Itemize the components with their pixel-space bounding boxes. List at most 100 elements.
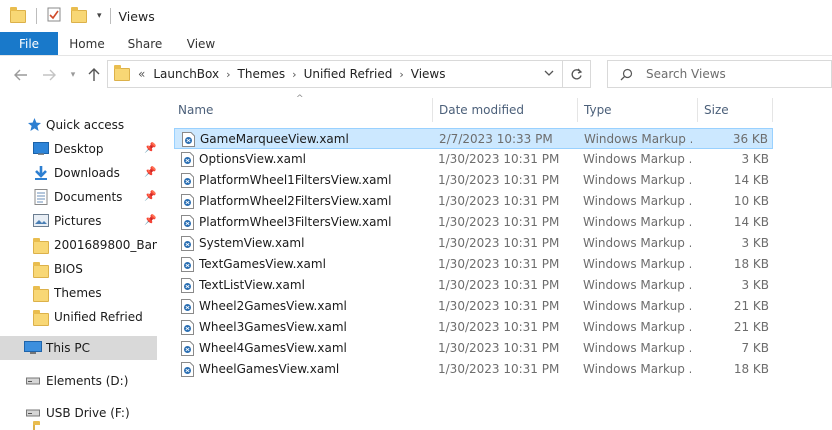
nav-item-unified-refried[interactable]: Unified Refried (0, 305, 157, 329)
file-row[interactable]: Wheel4GamesView.xaml 1/30/2023 10:31 PM Wi… (174, 338, 773, 359)
nav-label: Pictures (54, 214, 102, 228)
pin-icon[interactable]: 📌 (144, 215, 156, 226)
breadcrumb-item-launchbox[interactable]: LaunchBox (153, 67, 219, 81)
chevron-right-icon[interactable]: › (226, 68, 230, 81)
tab-view[interactable]: View (174, 32, 228, 55)
file-type: Windows Markup ... (583, 194, 691, 208)
window-title: Views (118, 8, 155, 24)
file-type: Windows Markup ... (583, 341, 691, 355)
file-row[interactable]: PlatformWheel2FiltersView.xaml 1/30/2023 … (174, 191, 773, 212)
column-divider[interactable] (772, 98, 773, 122)
file-row[interactable]: PlatformWheel3FiltersView.xaml 1/30/2023 … (174, 212, 773, 233)
arrow-up-icon (88, 68, 100, 81)
file-row[interactable]: Wheel2GamesView.xaml 1/30/2023 10:31 PM Wi… (174, 296, 773, 317)
pin-icon[interactable]: 📌 (144, 167, 156, 178)
file-name: PlatformWheel3FiltersView.xaml (199, 215, 392, 229)
file-type: Windows Markup ... (583, 215, 691, 229)
nav-label: This PC (46, 341, 90, 355)
file-row[interactable]: PlatformWheel1FiltersView.xaml 1/30/2023 … (174, 170, 773, 191)
file-row[interactable]: WheelGamesView.xaml 1/30/2023 10:31 PM Win… (174, 359, 773, 380)
recent-locations-button[interactable]: ▾ (64, 66, 82, 84)
folder-icon (33, 262, 49, 278)
file-size: 18 KB (733, 257, 769, 271)
xaml-file-icon (181, 236, 194, 251)
file-size: 21 KB (733, 299, 769, 313)
pin-icon[interactable]: 📌 (144, 143, 156, 154)
properties-icon[interactable] (47, 7, 61, 25)
file-date-modified: 1/30/2023 10:31 PM (438, 215, 560, 229)
chevron-right-icon[interactable]: › (399, 68, 403, 81)
breadcrumb-item-views[interactable]: Views (411, 67, 446, 81)
file-date-modified: 1/30/2023 10:31 PM (438, 341, 560, 355)
breadcrumb-item-themes[interactable]: Themes (238, 67, 286, 81)
file-type: Windows Markup ... (583, 278, 691, 292)
nav-drive-elements[interactable]: Elements (D:) (0, 369, 157, 393)
nav-quick-access[interactable]: Quick access (0, 113, 157, 137)
breadcrumb-overflow[interactable]: « (138, 67, 145, 81)
tab-share[interactable]: Share (116, 32, 174, 55)
nav-item-desktop[interactable]: Desktop 📌 (0, 137, 157, 161)
column-header-name[interactable]: Name (178, 98, 213, 122)
address-bar[interactable]: « LaunchBox › Themes › Unified Refried ›… (107, 60, 563, 88)
nav-this-pc[interactable]: This PC (0, 336, 157, 360)
chevron-right-icon[interactable]: › (292, 68, 296, 81)
file-name: TextListView.xaml (199, 278, 305, 292)
nav-item-2001689800-banner[interactable]: 2001689800_Banner (0, 233, 157, 257)
folder-icon (33, 310, 49, 326)
search-icon (620, 68, 633, 80)
column-divider[interactable] (697, 98, 698, 122)
nav-item-downloads[interactable]: Downloads 📌 (0, 161, 157, 185)
file-row[interactable]: OptionsView.xaml 1/30/2023 10:31 PM Window… (174, 149, 773, 170)
nav-item-documents[interactable]: Documents 📌 (0, 185, 157, 209)
tab-file[interactable]: File (0, 32, 58, 55)
forward-button[interactable] (40, 66, 58, 84)
file-row[interactable]: SystemView.xaml 1/30/2023 10:31 PM Windows… (174, 233, 773, 254)
breadcrumb-item-unified-refried[interactable]: Unified Refried (304, 67, 393, 81)
nav-label: Unified Refried (54, 310, 143, 324)
file-type: Windows Markup ... (583, 173, 691, 187)
tab-home[interactable]: Home (58, 32, 116, 55)
file-row[interactable]: GameMarqueeView.xaml 2/7/2023 10:33 PM Win… (174, 128, 773, 149)
nav-label: USB Drive (F:) (46, 406, 130, 420)
nav-label: Downloads (54, 166, 120, 180)
refresh-button[interactable] (563, 60, 591, 88)
arrow-left-icon (14, 69, 27, 81)
column-divider[interactable] (577, 98, 578, 122)
column-header-size[interactable]: Size (704, 98, 729, 122)
file-name: Wheel4GamesView.xaml (199, 341, 347, 355)
file-row[interactable]: TextListView.xaml 1/30/2023 10:31 PM Windo… (174, 275, 773, 296)
file-type: Windows Markup ... (583, 152, 691, 166)
pin-icon[interactable]: 📌 (144, 191, 156, 202)
file-row[interactable]: TextGamesView.xaml 1/30/2023 10:31 PM Wind… (174, 254, 773, 275)
address-history-dropdown[interactable] (544, 68, 554, 79)
nav-label: Documents (54, 190, 123, 204)
xaml-file-icon (181, 152, 194, 167)
xaml-file-icon (181, 341, 194, 356)
file-date-modified: 1/30/2023 10:31 PM (438, 194, 560, 208)
file-name: Wheel3GamesView.xaml (199, 320, 347, 334)
file-size: 3 KB (741, 278, 769, 292)
folder-icon (33, 286, 49, 302)
file-size: 14 KB (733, 215, 769, 229)
folder-icon[interactable] (10, 6, 26, 26)
column-divider[interactable] (432, 98, 433, 122)
column-header-type[interactable]: Type (584, 98, 612, 122)
customize-toolbar-icon[interactable]: ▾ (97, 11, 102, 21)
file-size: 21 KB (733, 320, 769, 334)
desktop-icon (33, 142, 49, 155)
documents-icon (34, 189, 48, 205)
back-button[interactable] (12, 66, 30, 84)
nav-item-themes[interactable]: Themes (0, 281, 157, 305)
nav-drive-usb[interactable]: USB Drive (F:) (0, 401, 157, 425)
file-name: SystemView.xaml (199, 236, 305, 250)
file-row[interactable]: Wheel3GamesView.xaml 1/30/2023 10:31 PM Wi… (174, 317, 773, 338)
up-button[interactable] (85, 66, 103, 84)
file-date-modified: 1/30/2023 10:31 PM (438, 173, 560, 187)
nav-item-bios[interactable]: BIOS (0, 257, 157, 281)
new-folder-icon[interactable] (71, 6, 87, 26)
column-header-date[interactable]: Date modified (439, 98, 524, 122)
refresh-icon (571, 68, 583, 79)
nav-item-pictures[interactable]: Pictures 📌 (0, 209, 157, 233)
file-type: Windows Markup ... (583, 299, 691, 313)
search-input[interactable]: Search Views (607, 60, 832, 88)
